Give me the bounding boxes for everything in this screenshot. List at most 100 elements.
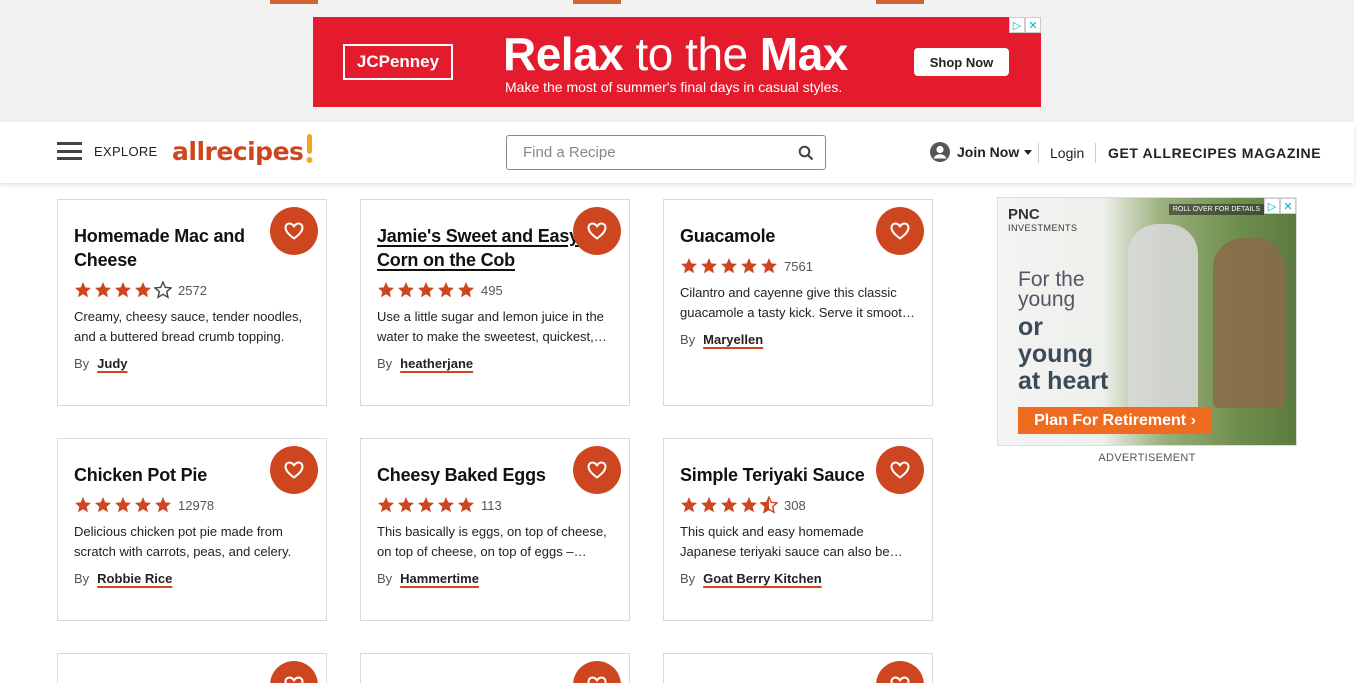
ad-choices[interactable]: ▷ ✕: [1264, 198, 1296, 214]
recipe-title[interactable]: Simple Teriyaki Sauce: [680, 463, 905, 487]
star-full-icon: [378, 282, 394, 298]
heart-icon: [284, 676, 304, 683]
recipe-rating: 2572: [74, 280, 310, 300]
recipe-card[interactable]: Simple Teriyaki Sauce 308 This quick and…: [663, 438, 933, 621]
ad-info-icon[interactable]: ▷: [1264, 198, 1280, 214]
ad-photo-person: [1213, 238, 1285, 408]
recipe-description: Creamy, cheesy sauce, tender noodles, an…: [74, 309, 303, 344]
star-full-icon: [458, 497, 474, 513]
star-full-icon: [721, 258, 737, 274]
rating-count: 113: [481, 497, 502, 513]
star-full-icon: [95, 282, 111, 298]
recipe-title[interactable]: Guacamole: [680, 224, 905, 248]
recipe-title[interactable]: Homemade Mac and Cheese: [74, 224, 299, 272]
previous-row-peek: [57, 0, 933, 4]
star-rating: [377, 281, 475, 299]
pnc-side-ad[interactable]: PNC INVESTMENTS ROLL OVER FOR DETAILS ▷ ✕…: [997, 197, 1297, 446]
page: JCPenney Relax to the Max Make the most …: [0, 0, 1366, 683]
recipe-card-partial[interactable]: [360, 653, 630, 683]
star-full-icon: [701, 497, 717, 513]
recipe-title[interactable]: Chicken Pot Pie: [74, 463, 299, 487]
recipe-description: Use a little sugar and lemon juice in th…: [377, 309, 604, 344]
advertisement-label: ADVERTISEMENT: [1098, 452, 1196, 464]
save-recipe-button[interactable]: [876, 446, 924, 494]
star-rating: [74, 281, 172, 299]
author-link[interactable]: Maryellen: [703, 332, 763, 347]
ad-rollover-hint: ROLL OVER FOR DETAILS: [1168, 204, 1264, 215]
star-full-icon: [701, 258, 717, 274]
search-input[interactable]: [507, 136, 787, 169]
author-link[interactable]: Hammertime: [400, 571, 479, 586]
save-recipe-button[interactable]: [573, 446, 621, 494]
star-empty-icon: [154, 281, 172, 299]
jcpenney-banner-ad[interactable]: JCPenney Relax to the Max Make the most …: [313, 17, 1041, 107]
get-magazine-link[interactable]: GET ALLRECIPES MAGAZINE: [1108, 145, 1321, 161]
rating-count: 495: [481, 282, 503, 298]
search-button[interactable]: [787, 145, 825, 161]
recipe-description: Cilantro and cayenne give this classic g…: [680, 285, 910, 320]
star-full-icon: [721, 497, 737, 513]
recipe-title[interactable]: Cheesy Baked Eggs: [377, 463, 602, 487]
recipe-rating: 12978: [74, 495, 310, 515]
heart-icon: [890, 222, 910, 240]
explore-menu-button[interactable]: EXPLORE: [57, 142, 158, 160]
shop-now-button[interactable]: Shop Now: [914, 48, 1009, 76]
star-full-icon: [135, 497, 151, 513]
save-recipe-button[interactable]: [270, 207, 318, 255]
user-avatar-icon: [930, 142, 950, 162]
heart-icon: [284, 222, 304, 240]
login-link[interactable]: Login: [1050, 145, 1084, 161]
recipe-rating: 113: [377, 495, 613, 515]
recipe-card[interactable]: Chicken Pot Pie 12978 Delicious chicken …: [57, 438, 327, 621]
star-full-icon: [681, 258, 697, 274]
star-full-icon: [681, 497, 697, 513]
save-recipe-button[interactable]: [573, 207, 621, 255]
recipe-byline: By heatherjane: [377, 356, 474, 371]
recipe-card-partial[interactable]: [663, 653, 933, 683]
chevron-down-icon: [1024, 149, 1033, 155]
star-full-icon: [135, 282, 151, 298]
heart-icon: [587, 676, 607, 683]
pnc-logo: PNC INVESTMENTS: [1008, 206, 1078, 233]
star-full-icon: [155, 497, 171, 513]
star-full-icon: [378, 497, 394, 513]
recipe-byline: By Maryellen: [680, 332, 764, 347]
ad-choices[interactable]: ▷ ✕: [1009, 17, 1041, 33]
recipe-byline: By Robbie Rice: [74, 571, 173, 586]
plan-for-retirement-button[interactable]: Plan For Retirement ›: [1018, 407, 1212, 434]
save-recipe-button[interactable]: [270, 446, 318, 494]
recipe-description: This basically is eggs, on top of cheese…: [377, 524, 607, 559]
recipe-title[interactable]: Jamie's Sweet and Easy Corn on the Cob: [377, 224, 602, 272]
site-header: EXPLORE allrecipes Join Now Login GET AL…: [0, 122, 1354, 183]
star-full-icon: [75, 282, 91, 298]
recipe-rating: 495: [377, 280, 613, 300]
join-now-label: Join Now: [957, 144, 1020, 160]
explore-label: EXPLORE: [94, 143, 158, 159]
heart-icon: [284, 461, 304, 479]
ad-close-icon[interactable]: ✕: [1280, 198, 1296, 214]
save-recipe-button[interactable]: [270, 661, 318, 683]
star-full-icon: [438, 282, 454, 298]
star-full-icon: [458, 282, 474, 298]
recipe-card-partial[interactable]: [57, 653, 327, 683]
header-divider: [1095, 143, 1096, 163]
recipe-card[interactable]: Homemade Mac and Cheese 2572 Creamy, che…: [57, 199, 327, 406]
allrecipes-logo[interactable]: allrecipes: [172, 134, 314, 166]
save-recipe-button[interactable]: [876, 661, 924, 683]
save-recipe-button[interactable]: [876, 207, 924, 255]
save-recipe-button[interactable]: [573, 661, 621, 683]
recipe-card[interactable]: Cheesy Baked Eggs 113 This basically is …: [360, 438, 630, 621]
rating-count: 7561: [784, 258, 813, 274]
author-link[interactable]: Robbie Rice: [97, 571, 172, 586]
author-link[interactable]: heatherjane: [400, 356, 473, 371]
recipe-card[interactable]: Jamie's Sweet and Easy Corn on the Cob 4…: [360, 199, 630, 406]
ad-close-icon[interactable]: ✕: [1025, 17, 1041, 33]
author-link[interactable]: Goat Berry Kitchen: [703, 571, 821, 586]
author-link[interactable]: Judy: [97, 356, 127, 371]
star-full-icon: [398, 497, 414, 513]
top-ad-band: JCPenney Relax to the Max Make the most …: [0, 0, 1354, 122]
rating-count: 308: [784, 497, 806, 513]
join-now-dropdown[interactable]: Join Now: [929, 141, 1033, 163]
ad-info-icon[interactable]: ▷: [1009, 17, 1025, 33]
recipe-card[interactable]: Guacamole 7561 Cilantro and cayenne give…: [663, 199, 933, 406]
